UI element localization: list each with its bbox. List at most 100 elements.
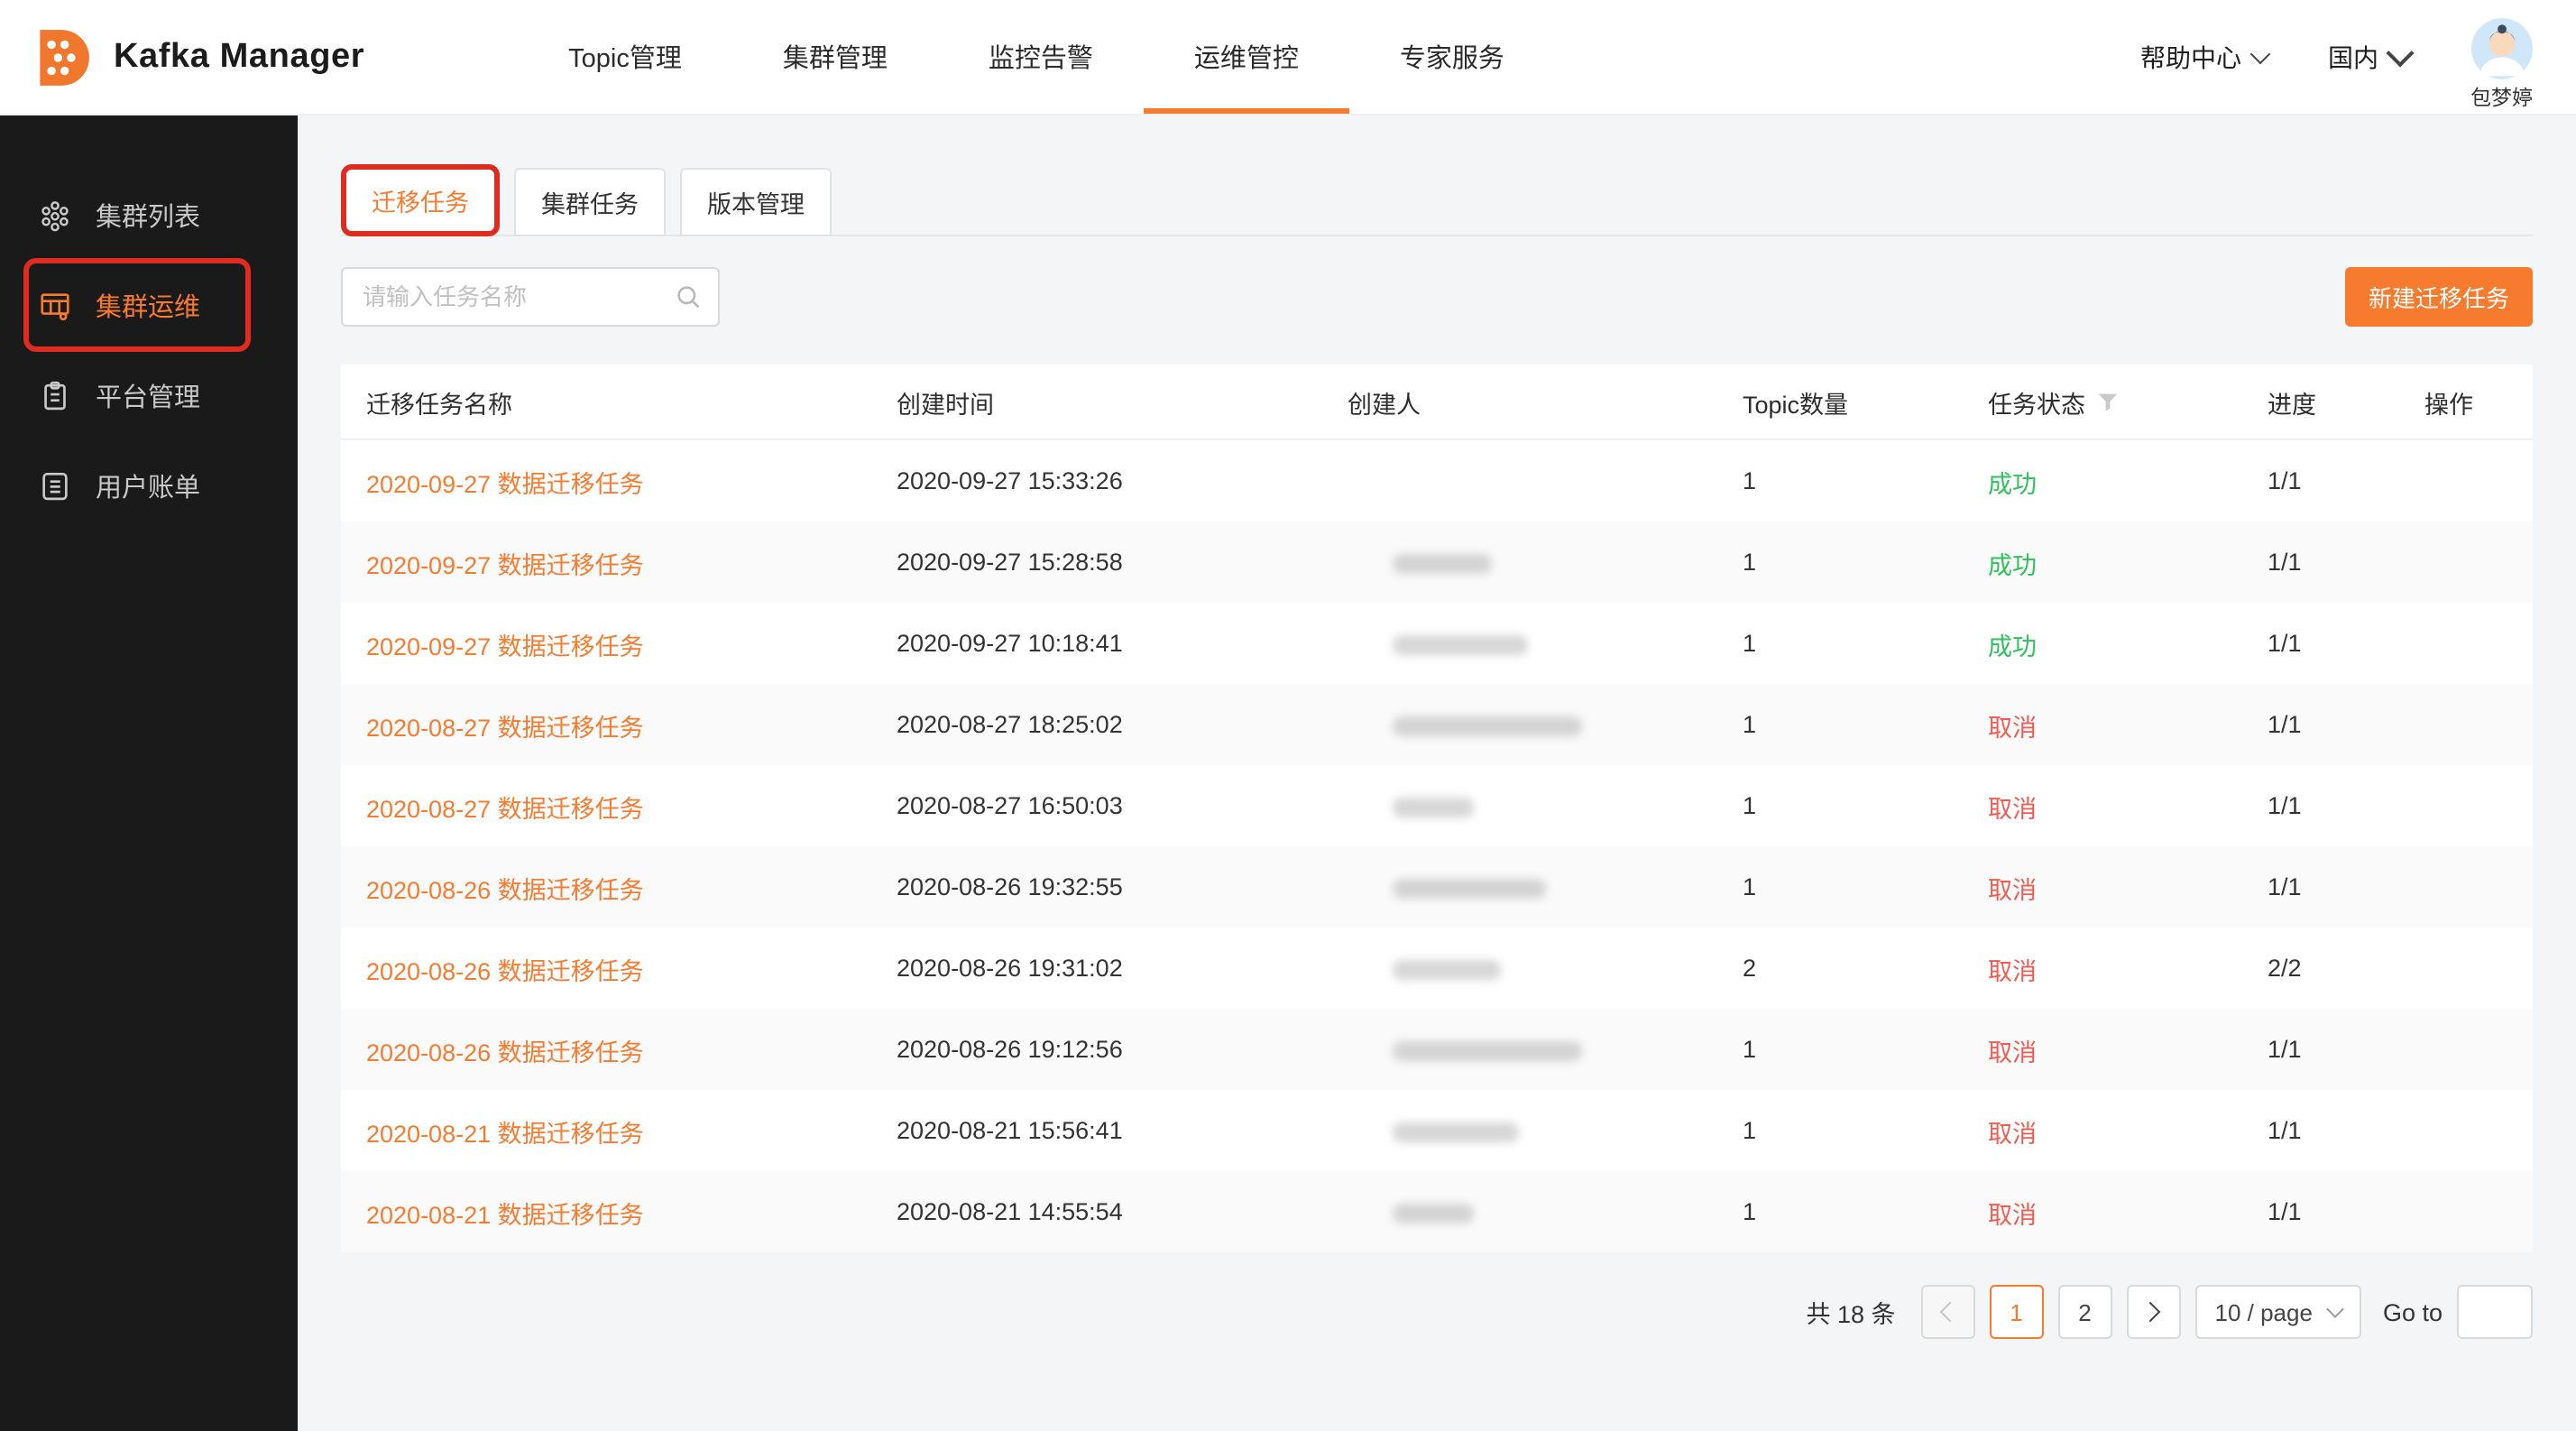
tab-cluster-tasks[interactable]: 集群任务 bbox=[514, 168, 666, 236]
task-name-link[interactable]: 2020-08-21 数据迁移任务 bbox=[366, 1120, 644, 1147]
platform-manage-icon bbox=[38, 378, 72, 412]
nav-item-cluster[interactable]: 集群管理 bbox=[732, 0, 938, 114]
creator-redacted bbox=[1393, 1122, 1519, 1142]
creator-cell bbox=[1348, 873, 1743, 900]
topic-count-cell: 1 bbox=[1743, 549, 1988, 576]
topic-count-cell: 1 bbox=[1743, 711, 1988, 738]
sidebar-item-user-bill[interactable]: 用户账单 bbox=[0, 440, 298, 531]
column-label: 创建时间 bbox=[897, 383, 994, 420]
column-header-actions: 操作 bbox=[2424, 383, 2507, 420]
header-nav: Topic管理 集群管理 监控告警 运维管控 专家服务 bbox=[518, 0, 1555, 114]
nav-item-ops[interactable]: 运维管控 bbox=[1144, 0, 1349, 114]
task-name-link[interactable]: 2020-09-27 数据迁移任务 bbox=[366, 470, 644, 497]
table-row: 2020-08-27 数据迁移任务 2020-08-27 18:25:02 1取消1… bbox=[341, 684, 2533, 765]
column-header-status: 任务状态 bbox=[1988, 383, 2268, 420]
nav-item-label: 运维管控 bbox=[1194, 38, 1299, 76]
page-button-1[interactable]: 1 bbox=[1990, 1285, 2044, 1339]
migration-task-table: 迁移任务名称创建时间创建人Topic数量任务状态进度操作 2020-09-27 … bbox=[341, 365, 2533, 1252]
tab-bar: 迁移任务 集群任务版本管理 bbox=[341, 162, 2533, 236]
creator-cell bbox=[1348, 711, 1743, 738]
main-content: 迁移任务集群任务版本管理 新建迁移任务 迁移任务名称创建时间创建人Topic数量… bbox=[298, 115, 2576, 1431]
topic-count-cell: 1 bbox=[1743, 873, 1988, 900]
table-row: 2020-08-26 数据迁移任务2020-08-26 19:32:551取消1… bbox=[341, 846, 2533, 928]
created-time-cell: 2020-09-27 10:18:41 bbox=[897, 630, 1348, 657]
nav-item-label: 集群管理 bbox=[783, 38, 888, 76]
task-status-cell: 取消 bbox=[1988, 1194, 2268, 1230]
toolbar: 新建迁移任务 bbox=[341, 267, 2533, 327]
help-center-link[interactable]: 帮助中心 bbox=[2140, 39, 2267, 75]
table-row: 2020-08-27 数据迁移任务2020-08-27 16:50:031取消1… bbox=[341, 765, 2533, 846]
creator-cell bbox=[1348, 955, 1743, 982]
creator-redacted bbox=[1393, 716, 1582, 736]
creator-cell bbox=[1348, 792, 1743, 819]
task-name-link[interactable]: 2020-08-27 数据迁移任务 bbox=[366, 714, 644, 741]
nav-item-expert[interactable]: 专家服务 bbox=[1349, 0, 1555, 114]
sidebar-item-cluster-ops[interactable]: 集群运维 bbox=[0, 260, 298, 350]
created-time-cell: 2020-08-27 16:50:03 bbox=[897, 792, 1348, 819]
progress-cell: 1/1 bbox=[2268, 630, 2424, 657]
goto-page-input[interactable] bbox=[2457, 1285, 2533, 1339]
created-time-cell: 2020-08-21 15:56:41 bbox=[897, 1117, 1348, 1144]
region-select[interactable]: 国内 bbox=[2328, 39, 2409, 75]
task-name-link[interactable]: 2020-08-26 数据迁移任务 bbox=[366, 1039, 644, 1066]
topic-count-cell: 1 bbox=[1743, 467, 1988, 494]
create-migration-task-button[interactable]: 新建迁移任务 bbox=[2345, 267, 2533, 327]
task-name-cell: 2020-08-26 数据迁移任务 bbox=[366, 950, 897, 986]
header: Kafka Manager Topic管理集群管理监控告警运维管控专家服务 帮助… bbox=[0, 0, 2576, 115]
page-size-select[interactable]: 10 / page bbox=[2195, 1285, 2361, 1339]
topic-count-cell: 1 bbox=[1743, 1036, 1988, 1063]
sidebar-item-platform-manage[interactable]: 平台管理 bbox=[0, 350, 298, 440]
created-time-cell: 2020-08-27 18:25:02 bbox=[897, 711, 1348, 738]
progress-cell: 1/1 bbox=[2268, 711, 2424, 738]
task-name-link[interactable]: 2020-08-21 数据迁移任务 bbox=[366, 1201, 644, 1228]
nav-item-topic[interactable]: Topic管理 bbox=[518, 0, 732, 114]
region-label: 国内 bbox=[2328, 39, 2378, 75]
task-name-link[interactable]: 2020-08-26 数据迁移任务 bbox=[366, 957, 644, 984]
task-status-cell: 取消 bbox=[1988, 706, 2268, 743]
table-row: 2020-09-27 数据迁移任务2020-09-27 15:28:581成功1… bbox=[341, 522, 2533, 603]
sidebar-item-label: 平台管理 bbox=[96, 376, 200, 414]
user-bill-icon bbox=[38, 468, 72, 503]
task-name-cell: 2020-09-27 数据迁移任务 bbox=[366, 625, 897, 661]
creator-cell bbox=[1348, 1198, 1743, 1225]
table-row: 2020-09-27 数据迁移任务2020-09-27 10:18:411成功1… bbox=[341, 603, 2533, 684]
sidebar-item-cluster-list[interactable]: 集群列表 bbox=[0, 170, 298, 260]
column-label: 创建人 bbox=[1348, 383, 1421, 420]
tab-version-manage[interactable]: 版本管理 bbox=[680, 168, 832, 236]
created-time-cell: 2020-09-27 15:33:26 bbox=[897, 467, 1348, 494]
topic-count-cell: 2 bbox=[1743, 955, 1988, 982]
search-input[interactable] bbox=[343, 269, 666, 325]
task-name-link[interactable]: 2020-08-27 数据迁移任务 bbox=[366, 795, 644, 822]
created-time-cell: 2020-08-26 19:32:55 bbox=[897, 873, 1348, 900]
user-menu[interactable]: 包梦婷 bbox=[2470, 17, 2533, 111]
tab-label: 迁移任务 bbox=[372, 182, 469, 218]
header-right: 帮助中心 国内 包梦婷 bbox=[2140, 3, 2533, 111]
column-label: 任务状态 bbox=[1988, 383, 2085, 420]
task-name-link[interactable]: 2020-08-26 数据迁移任务 bbox=[366, 876, 644, 903]
task-name-cell: 2020-08-27 数据迁移任务 bbox=[366, 788, 897, 824]
sidebar-item-label: 集群运维 bbox=[96, 286, 200, 324]
nav-item-monitor[interactable]: 监控告警 bbox=[938, 0, 1144, 114]
nav-item-label: 监控告警 bbox=[989, 38, 1093, 76]
creator-cell bbox=[1348, 630, 1743, 657]
page-button-2[interactable]: 2 bbox=[2058, 1285, 2112, 1339]
next-page-button[interactable] bbox=[2127, 1285, 2181, 1339]
creator-redacted bbox=[1393, 879, 1546, 899]
creator-redacted bbox=[1393, 960, 1501, 980]
prev-page-button[interactable] bbox=[1921, 1285, 1975, 1339]
filter-icon[interactable] bbox=[2096, 390, 2120, 413]
tab-migration-tasks[interactable]: 迁移任务 bbox=[341, 164, 500, 236]
task-name-link[interactable]: 2020-09-27 数据迁移任务 bbox=[366, 551, 644, 578]
column-label: Topic数量 bbox=[1743, 383, 1848, 420]
task-name-link[interactable]: 2020-09-27 数据迁移任务 bbox=[366, 632, 644, 660]
app: Kafka Manager Topic管理集群管理监控告警运维管控专家服务 帮助… bbox=[0, 0, 2576, 1431]
progress-cell: 1/1 bbox=[2268, 467, 2424, 494]
pagination: 共 18 条 12 10 / page Go to bbox=[341, 1285, 2533, 1339]
task-status-cell: 取消 bbox=[1988, 869, 2268, 905]
task-name-cell: 2020-08-26 数据迁移任务 bbox=[366, 869, 897, 905]
sidebar-item-label: 集群列表 bbox=[96, 196, 200, 234]
creator-redacted bbox=[1393, 554, 1492, 574]
search-icon bbox=[675, 283, 702, 310]
help-center-label: 帮助中心 bbox=[2140, 39, 2241, 75]
topic-count-cell: 1 bbox=[1743, 630, 1988, 657]
